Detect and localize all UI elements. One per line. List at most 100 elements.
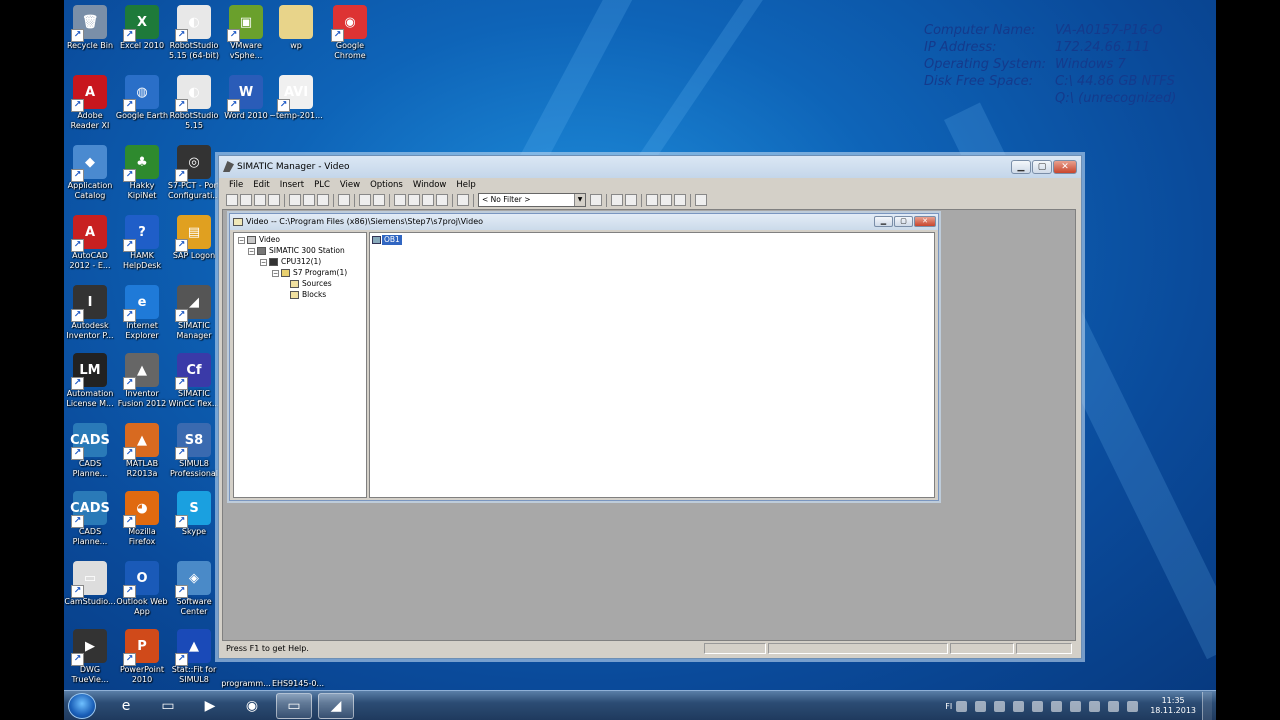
tree-node[interactable]: Sources <box>290 279 332 289</box>
offline-icon[interactable] <box>373 194 385 206</box>
clock[interactable]: 11:35 18.11.2013 <box>1150 696 1196 716</box>
simatic-manager-icon[interactable] <box>611 194 623 206</box>
up-one-level-icon[interactable] <box>457 194 469 206</box>
tray-icon[interactable] <box>1089 700 1101 712</box>
desktop-icon[interactable]: PPowerPoint 2010 <box>112 626 172 690</box>
app-icon: ◍ <box>123 75 159 112</box>
internet-explorer-taskbar-icon[interactable]: e <box>108 693 144 719</box>
tree-node[interactable]: Blocks <box>290 290 326 300</box>
start-button[interactable] <box>68 693 96 719</box>
desktop-icon[interactable]: OOutlook Web App <box>112 558 172 622</box>
desktop-icon[interactable]: ▲Stat::Fit for SIMUL8 <box>164 626 224 690</box>
camstudio-taskbar-icon[interactable]: ▭ <box>276 693 312 719</box>
menu-item-view[interactable]: View <box>335 178 365 192</box>
new-icon[interactable] <box>226 194 238 206</box>
tile-horizontal-icon[interactable] <box>660 194 672 206</box>
collapse-icon[interactable]: − <box>248 247 255 255</box>
menu-item-window[interactable]: Window <box>408 178 452 192</box>
tree-node[interactable]: − CPU312(1) <box>260 257 321 267</box>
app-icon: O <box>123 561 159 598</box>
minimize-button[interactable]: ▁ <box>1011 160 1031 174</box>
menu-item-plc[interactable]: PLC <box>309 178 335 192</box>
list-item-ob1[interactable]: OB1 <box>372 235 402 245</box>
desktop-icon[interactable]: ◕Mozilla Firefox <box>112 488 172 552</box>
simatic-manager-window[interactable]: SIMATIC Manager - Video ▁ ▢ ✕ File Edit In… <box>218 155 1082 659</box>
folder-taskbar-icon[interactable]: ▭ <box>150 693 186 719</box>
filter-dropdown[interactable]: < No Filter > ▼ <box>478 193 586 207</box>
desktop-icon[interactable]: wp <box>266 2 326 66</box>
desktop-icon[interactable]: ?HAMK HelpDesk <box>112 212 172 276</box>
volume-icon[interactable] <box>1127 700 1139 712</box>
project-close-button[interactable]: ✕ <box>914 216 936 227</box>
desktop-icon[interactable]: ◢SIMATIC Manager <box>164 282 224 346</box>
menu-item-file[interactable]: File <box>224 178 248 192</box>
tray-icon[interactable] <box>956 700 968 712</box>
maximize-button[interactable]: ▢ <box>1032 160 1052 174</box>
collapse-icon[interactable]: − <box>238 236 245 244</box>
copy-icon[interactable] <box>303 194 315 206</box>
menu-item-options[interactable]: Options <box>365 178 408 192</box>
help-icon[interactable] <box>695 194 707 206</box>
language-indicator[interactable]: FI <box>945 702 952 711</box>
tree-node[interactable]: − S7 Program(1) <box>272 268 347 278</box>
desktop-icon[interactable]: AVI~temp-201... <box>266 72 326 136</box>
collapse-icon[interactable]: − <box>272 269 279 277</box>
tray-icon[interactable] <box>975 700 987 712</box>
desktop-icon[interactable]: ♣Hakky KipiNet <box>112 142 172 206</box>
project-maximize-button[interactable]: ▢ <box>894 216 913 227</box>
memory-card-icon[interactable] <box>268 194 280 206</box>
menu-item-insert[interactable]: Insert <box>275 178 309 192</box>
collapse-icon[interactable]: − <box>260 258 267 266</box>
show-desktop-button[interactable] <box>1202 692 1212 720</box>
tile-vertical-icon[interactable] <box>674 194 686 206</box>
media-player-taskbar-icon[interactable]: ▶ <box>192 693 228 719</box>
filter-icon[interactable] <box>590 194 602 206</box>
accessible-nodes-icon[interactable] <box>254 194 266 206</box>
tray-icon[interactable] <box>1013 700 1025 712</box>
chevron-down-icon[interactable]: ▼ <box>574 194 585 206</box>
tray-icon[interactable] <box>1051 700 1063 712</box>
desktop-icon[interactable]: ◍Google Earth <box>112 72 172 136</box>
details-view-icon[interactable] <box>436 194 448 206</box>
paste-icon[interactable] <box>317 194 329 206</box>
cut-icon[interactable] <box>289 194 301 206</box>
large-icons-icon[interactable] <box>394 194 406 206</box>
list-view-icon[interactable] <box>422 194 434 206</box>
simatic-taskbar-icon[interactable]: ◢ <box>318 693 354 719</box>
open-icon[interactable] <box>240 194 252 206</box>
app-icon: ? <box>123 215 159 252</box>
tray-icon[interactable] <box>1070 700 1082 712</box>
title-bar[interactable]: SIMATIC Manager - Video ▁ ▢ ✕ <box>219 156 1081 178</box>
tree-node[interactable]: − SIMATIC 300 Station <box>248 246 345 256</box>
desktop-icon[interactable]: XExcel 2010 <box>112 2 172 66</box>
cascade-icon[interactable] <box>646 194 658 206</box>
desktop-icon[interactable]: S8SIMUL8 Professional <box>164 420 224 484</box>
tree-node[interactable]: − Video <box>238 235 280 245</box>
tray-icon[interactable] <box>1032 700 1044 712</box>
desktop-icon-label: EHS9145-0... <box>271 679 325 688</box>
project-minimize-button[interactable]: ▁ <box>874 216 893 227</box>
desktop-icon[interactable]: ▲Inventor Fusion 2012 <box>112 350 172 414</box>
module-info-icon[interactable] <box>625 194 637 206</box>
desktop-icon[interactable]: ◐RobotStudio 5.15 (64-bit) <box>164 2 224 66</box>
tray-icon[interactable] <box>994 700 1006 712</box>
small-icons-icon[interactable] <box>408 194 420 206</box>
project-title-bar[interactable]: Video -- C:\Program Files (x86)\Siemens\… <box>230 214 938 230</box>
desktop-icon[interactable]: ◎S7-PCT - Port Configurati... <box>164 142 224 206</box>
desktop-icon[interactable]: ◉Google Chrome <box>320 2 380 66</box>
desktop-icon[interactable]: ▲MATLAB R2013a <box>112 420 172 484</box>
download-icon[interactable] <box>338 194 350 206</box>
desktop-icon[interactable]: ◐RobotStudio 5.15 <box>164 72 224 136</box>
desktop-icon[interactable]: SSkype <box>164 488 224 552</box>
close-button[interactable]: ✕ <box>1053 160 1077 174</box>
desktop-icon[interactable]: ◈Software Center <box>164 558 224 622</box>
menu-item-edit[interactable]: Edit <box>248 178 274 192</box>
desktop-icon[interactable]: eInternet Explorer <box>112 282 172 346</box>
desktop-icon[interactable]: ▤SAP Logon <box>164 212 224 276</box>
tray-icon[interactable] <box>1108 700 1120 712</box>
chrome-taskbar-icon[interactable]: ◉ <box>234 693 270 719</box>
menu-item-help[interactable]: Help <box>451 178 480 192</box>
online-icon[interactable] <box>359 194 371 206</box>
project-window[interactable]: Video -- C:\Program Files (x86)\Siemens\… <box>229 213 939 501</box>
desktop-icon[interactable]: CfSIMATIC WinCC flex... <box>164 350 224 414</box>
